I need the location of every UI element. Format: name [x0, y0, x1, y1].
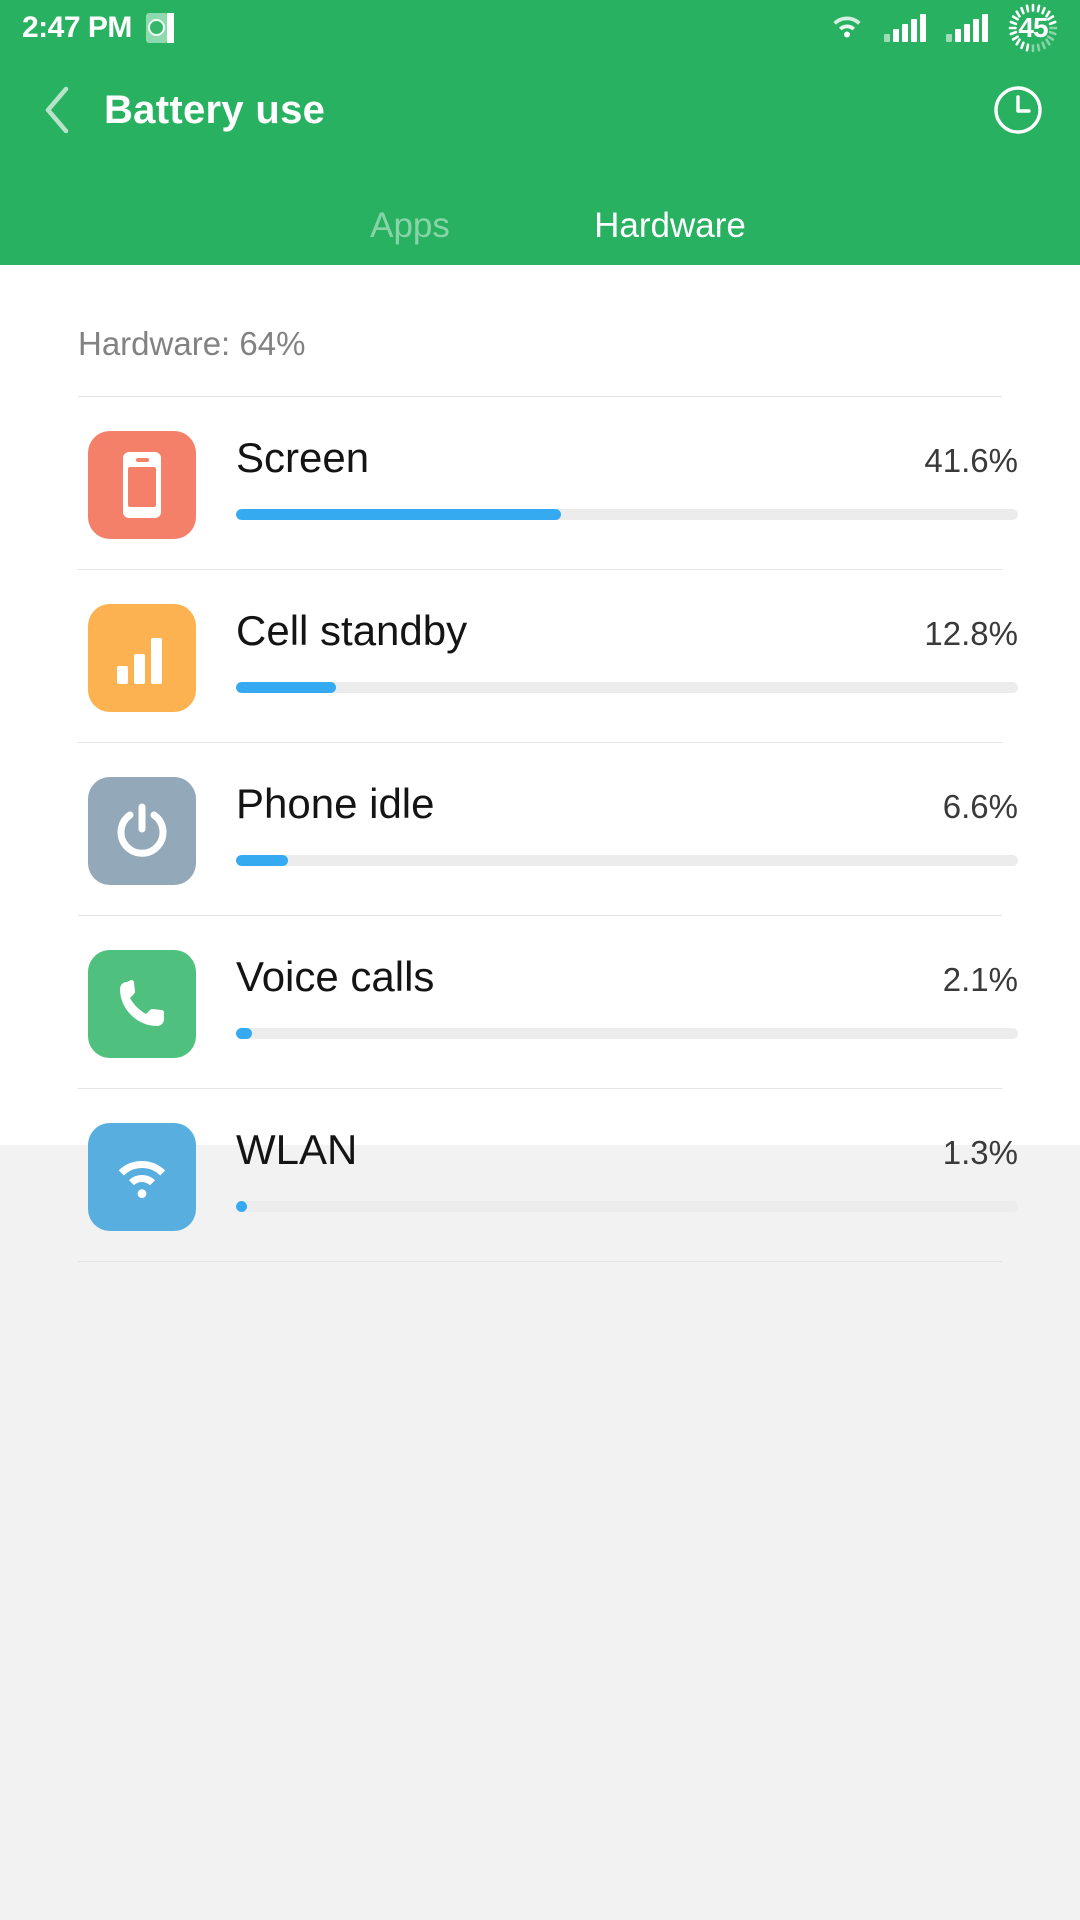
list-item-body: Screen 41.6%	[236, 431, 1018, 520]
list-item-body: Cell standby 12.8%	[236, 604, 1018, 693]
list-item-percent: 12.8%	[924, 615, 1018, 652]
phone-handset-icon	[88, 950, 196, 1058]
list-item-percent: 41.6%	[924, 442, 1018, 479]
wifi-icon	[88, 1123, 196, 1231]
list-item[interactable]: Screen 41.6%	[0, 397, 1080, 569]
usage-progress-track	[236, 855, 1018, 866]
usage-progress-fill	[236, 1201, 247, 1212]
status-bar-right: 45	[830, 3, 1058, 53]
section-summary-label: Hardware: 64%	[78, 325, 306, 362]
app-header: Battery use	[0, 55, 1080, 165]
status-bar-left: 2:47 PM	[22, 10, 174, 44]
usage-progress-fill	[236, 1028, 253, 1039]
signal-bars-icon	[946, 13, 988, 42]
battery-circle-icon: 45	[1008, 3, 1058, 53]
battery-level-label: 45	[1018, 11, 1048, 43]
list-item-header: Screen 41.6%	[236, 437, 1018, 479]
cell-signal-icon	[88, 604, 196, 712]
list-item-label: Phone idle	[236, 780, 435, 827]
list-item[interactable]: WLAN 1.3%	[0, 1089, 1080, 1261]
notification-app-icon	[145, 12, 174, 43]
list-item[interactable]: Phone idle 6.6%	[0, 743, 1080, 915]
status-bar-clock: 2:47 PM	[22, 10, 132, 44]
status-bar: 2:47 PM 45	[0, 0, 1080, 55]
list-item-label: Cell standby	[236, 607, 468, 654]
usage-progress-track	[236, 1201, 1018, 1212]
signal-bars-icon	[884, 13, 926, 42]
list-item[interactable]: Voice calls 2.1%	[0, 916, 1080, 1088]
usage-progress-track	[236, 682, 1018, 693]
list-item-header: Cell standby 12.8%	[236, 610, 1018, 652]
page-title: Battery use	[104, 87, 326, 132]
list-item-percent: 2.1%	[942, 961, 1018, 998]
usage-progress-fill	[236, 682, 337, 693]
back-chevron-icon[interactable]	[34, 86, 80, 134]
power-icon	[88, 777, 196, 885]
screen-phone-icon	[88, 431, 196, 539]
list-item-header: WLAN 1.3%	[236, 1129, 1018, 1171]
list-item-body: Voice calls 2.1%	[236, 950, 1018, 1039]
list-item-percent: 6.6%	[942, 788, 1018, 825]
list-item-body: WLAN 1.3%	[236, 1123, 1018, 1212]
clock-history-icon[interactable]	[990, 82, 1046, 138]
tab-bar: Apps Hardware	[0, 165, 1080, 265]
wifi-icon	[830, 12, 864, 43]
list-item[interactable]: Cell standby 12.8%	[0, 570, 1080, 742]
list-item-percent: 1.3%	[942, 1134, 1018, 1171]
tab-hardware[interactable]: Hardware	[540, 208, 800, 243]
hardware-list-panel: Hardware: 64% Screen 41.6% Cell standby …	[0, 265, 1080, 1262]
list-item-label: Screen	[236, 434, 370, 481]
list-item-header: Voice calls 2.1%	[236, 956, 1018, 998]
list-item-label: WLAN	[236, 1126, 358, 1173]
list-item-label: Voice calls	[236, 953, 435, 1000]
usage-progress-track	[236, 509, 1018, 520]
usage-progress-fill	[236, 509, 562, 520]
tab-apps[interactable]: Apps	[280, 208, 540, 243]
usage-progress-track	[236, 1028, 1018, 1039]
list-item-body: Phone idle 6.6%	[236, 777, 1018, 866]
list-item-header: Phone idle 6.6%	[236, 783, 1018, 825]
divider	[78, 1261, 1002, 1262]
usage-progress-fill	[236, 855, 288, 866]
